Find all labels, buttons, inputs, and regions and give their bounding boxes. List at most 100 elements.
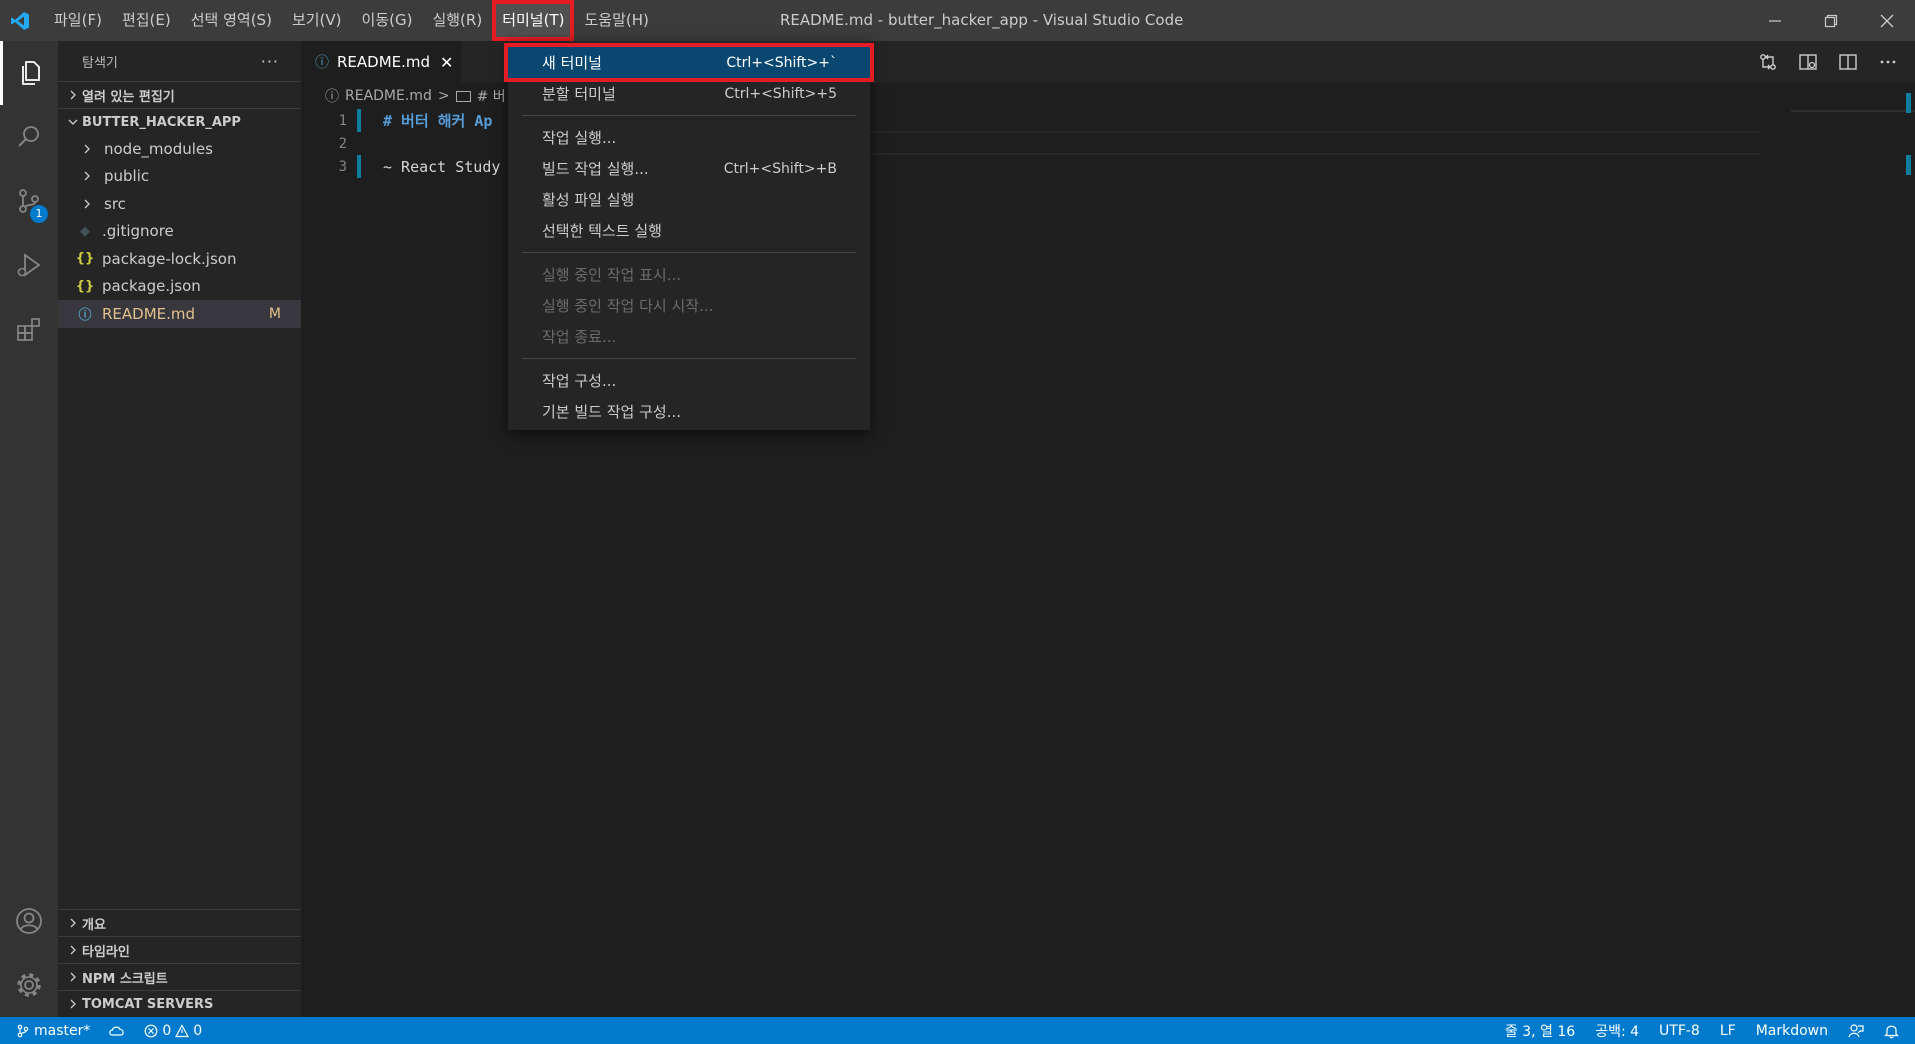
tree-item-1[interactable]: public	[58, 163, 301, 191]
gutter-change-marker	[357, 132, 361, 155]
search-button[interactable]	[0, 105, 58, 169]
menu-2[interactable]: 선택 영역(S)	[181, 0, 282, 41]
menu-7[interactable]: 도움말(H)	[574, 0, 658, 41]
language-mode[interactable]: Markdown	[1756, 1023, 1828, 1039]
error-count: 0	[162, 1022, 172, 1039]
open-preview-button[interactable]	[1795, 49, 1821, 75]
vscode-logo-icon	[0, 0, 40, 41]
problems-status[interactable]: 0 0	[144, 1023, 202, 1039]
compare-changes-icon	[1760, 54, 1776, 70]
extensions-button[interactable]	[0, 297, 58, 361]
tree-item-2[interactable]: src	[58, 190, 301, 218]
run-debug-button[interactable]	[0, 233, 58, 297]
section-label: 타임라인	[82, 944, 130, 960]
feedback-button[interactable]	[1848, 1023, 1864, 1039]
menu-5[interactable]: 실행(R)	[422, 0, 492, 41]
menu-1[interactable]: 편집(E)	[112, 0, 181, 41]
tree-item-label: public	[104, 167, 150, 186]
manage-button[interactable]	[0, 953, 58, 1017]
menu-item-label: 작업 종료...	[542, 328, 617, 346]
menu-item-shortcut: Ctrl+<Shift>+`	[726, 54, 837, 71]
branch-status[interactable]: master*	[16, 1023, 90, 1039]
notifications-button[interactable]	[1884, 1023, 1899, 1039]
project-label: BUTTER_HACKER_APP	[82, 114, 241, 130]
error-icon	[144, 1024, 158, 1037]
modified-badge: M	[268, 305, 281, 322]
json-file-icon: {}	[75, 251, 95, 267]
terminal-menu-item: 실행 중인 작업 다시 시작...	[508, 290, 870, 321]
indentation[interactable]: 공백: 4	[1595, 1021, 1639, 1041]
menu-item-label: 작업 실행...	[542, 129, 617, 147]
terminal-menu-item[interactable]: 작업 실행...	[508, 122, 870, 153]
code-text: # 버터 해커 Ap	[383, 112, 493, 130]
explorer-button[interactable]	[0, 41, 58, 105]
tree-item-6[interactable]: ⓘ README.md M	[58, 300, 301, 328]
open-editors-section[interactable]: 열려 있는 편집기	[58, 81, 301, 108]
menu-4[interactable]: 이동(G)	[352, 0, 423, 41]
chevron-right-icon	[64, 918, 82, 928]
sidebar-section-1[interactable]: 타임라인	[58, 936, 301, 963]
menu-0[interactable]: 파일(F)	[44, 0, 112, 41]
title-bar: 파일(F) 편집(E) 선택 영역(S) 보기(V) 이동(G) 실행(R) 터미널(T) 도…	[0, 0, 1915, 41]
status-bar-left: master* 0 0	[0, 1017, 202, 1044]
files-icon	[21, 61, 40, 85]
chevron-right-icon	[80, 171, 94, 181]
sidebar-section-2[interactable]: NPM 스크립트	[58, 963, 301, 990]
terminal-menu-item[interactable]: 선택한 텍스트 실행	[508, 215, 870, 246]
tab-close-icon[interactable]: ✕	[440, 53, 453, 72]
gear-icon	[17, 973, 41, 997]
menu-3[interactable]: 보기(V)	[282, 0, 352, 41]
tree-item-label: package.json	[102, 277, 201, 296]
cursor-position[interactable]: 줄 3, 열 16	[1505, 1021, 1575, 1041]
git-file-icon: ◆	[80, 223, 90, 239]
restore-icon	[1824, 14, 1838, 27]
open-editors-label: 열려 있는 편집기	[82, 89, 175, 105]
breadcrumb-file[interactable]: README.md	[345, 88, 432, 104]
encoding[interactable]: UTF-8	[1659, 1023, 1700, 1039]
terminal-menu-item[interactable]: 분할 터미널 Ctrl+<Shift>+5	[508, 78, 870, 109]
window-controls	[1747, 0, 1915, 41]
terminal-menu: 새 터미널 Ctrl+<Shift>+` 분할 터미널 Ctrl+<Shift>+5 작…	[504, 41, 874, 430]
account-icon	[16, 908, 42, 934]
gutter-change-marker	[357, 109, 361, 132]
tree-item-4[interactable]: {} package-lock.json	[58, 245, 301, 273]
scm-badge: 1	[30, 205, 48, 223]
warning-count: 0	[193, 1022, 203, 1039]
more-editor-actions-button[interactable]	[1875, 49, 1901, 75]
source-control-button[interactable]: 1	[0, 169, 58, 233]
symbol-string-icon	[455, 90, 471, 102]
tree-item-label: .gitignore	[102, 222, 174, 241]
more-actions-icon[interactable]: ···	[261, 52, 279, 71]
tree-item-5[interactable]: {} package.json	[58, 273, 301, 301]
menu-item-label: 빌드 작업 실행...	[542, 160, 649, 178]
window-title: README.md - butter_hacker_app - Visual S…	[780, 11, 1184, 29]
restore-button[interactable]	[1803, 0, 1859, 41]
split-editor-button[interactable]	[1835, 49, 1861, 75]
sidebar-section-3[interactable]: TOMCAT SERVERS	[58, 990, 301, 1017]
terminal-menu-item[interactable]: 기본 빌드 작업 구성...	[508, 396, 870, 427]
tree-item-0[interactable]: node_modules	[58, 135, 301, 163]
minimize-button[interactable]	[1747, 0, 1803, 41]
accounts-button[interactable]	[0, 889, 58, 953]
terminal-menu-item[interactable]: 새 터미널 Ctrl+<Shift>+`	[504, 43, 874, 82]
open-changes-button[interactable]	[1755, 49, 1781, 75]
end-of-line[interactable]: LF	[1720, 1023, 1736, 1039]
terminal-menu-item[interactable]: 작업 구성...	[508, 365, 870, 396]
tree-item-3[interactable]: ◆ .gitignore	[58, 218, 301, 246]
preview-icon	[1799, 54, 1817, 70]
breadcrumb-symbol[interactable]: # 버	[477, 86, 506, 106]
explorer-title: 탐색기	[82, 55, 118, 71]
run-debug-icon	[17, 253, 41, 277]
terminal-menu-item[interactable]: 빌드 작업 실행... Ctrl+<Shift>+B	[508, 153, 870, 184]
terminal-menu-item[interactable]: 활성 파일 실행	[508, 184, 870, 215]
section-label: 개요	[82, 917, 106, 933]
section-label: NPM 스크립트	[82, 971, 168, 987]
menu-6[interactable]: 터미널(T)	[492, 0, 575, 41]
tab-readme[interactable]: ⓘ README.md ✕	[301, 41, 461, 83]
tab-label: README.md	[337, 53, 431, 71]
sync-status[interactable]	[108, 1024, 126, 1038]
feedback-icon	[1848, 1023, 1864, 1037]
sidebar-section-0[interactable]: 개요	[58, 909, 301, 936]
close-window-button[interactable]	[1859, 0, 1915, 41]
project-section[interactable]: BUTTER_HACKER_APP	[58, 108, 301, 135]
